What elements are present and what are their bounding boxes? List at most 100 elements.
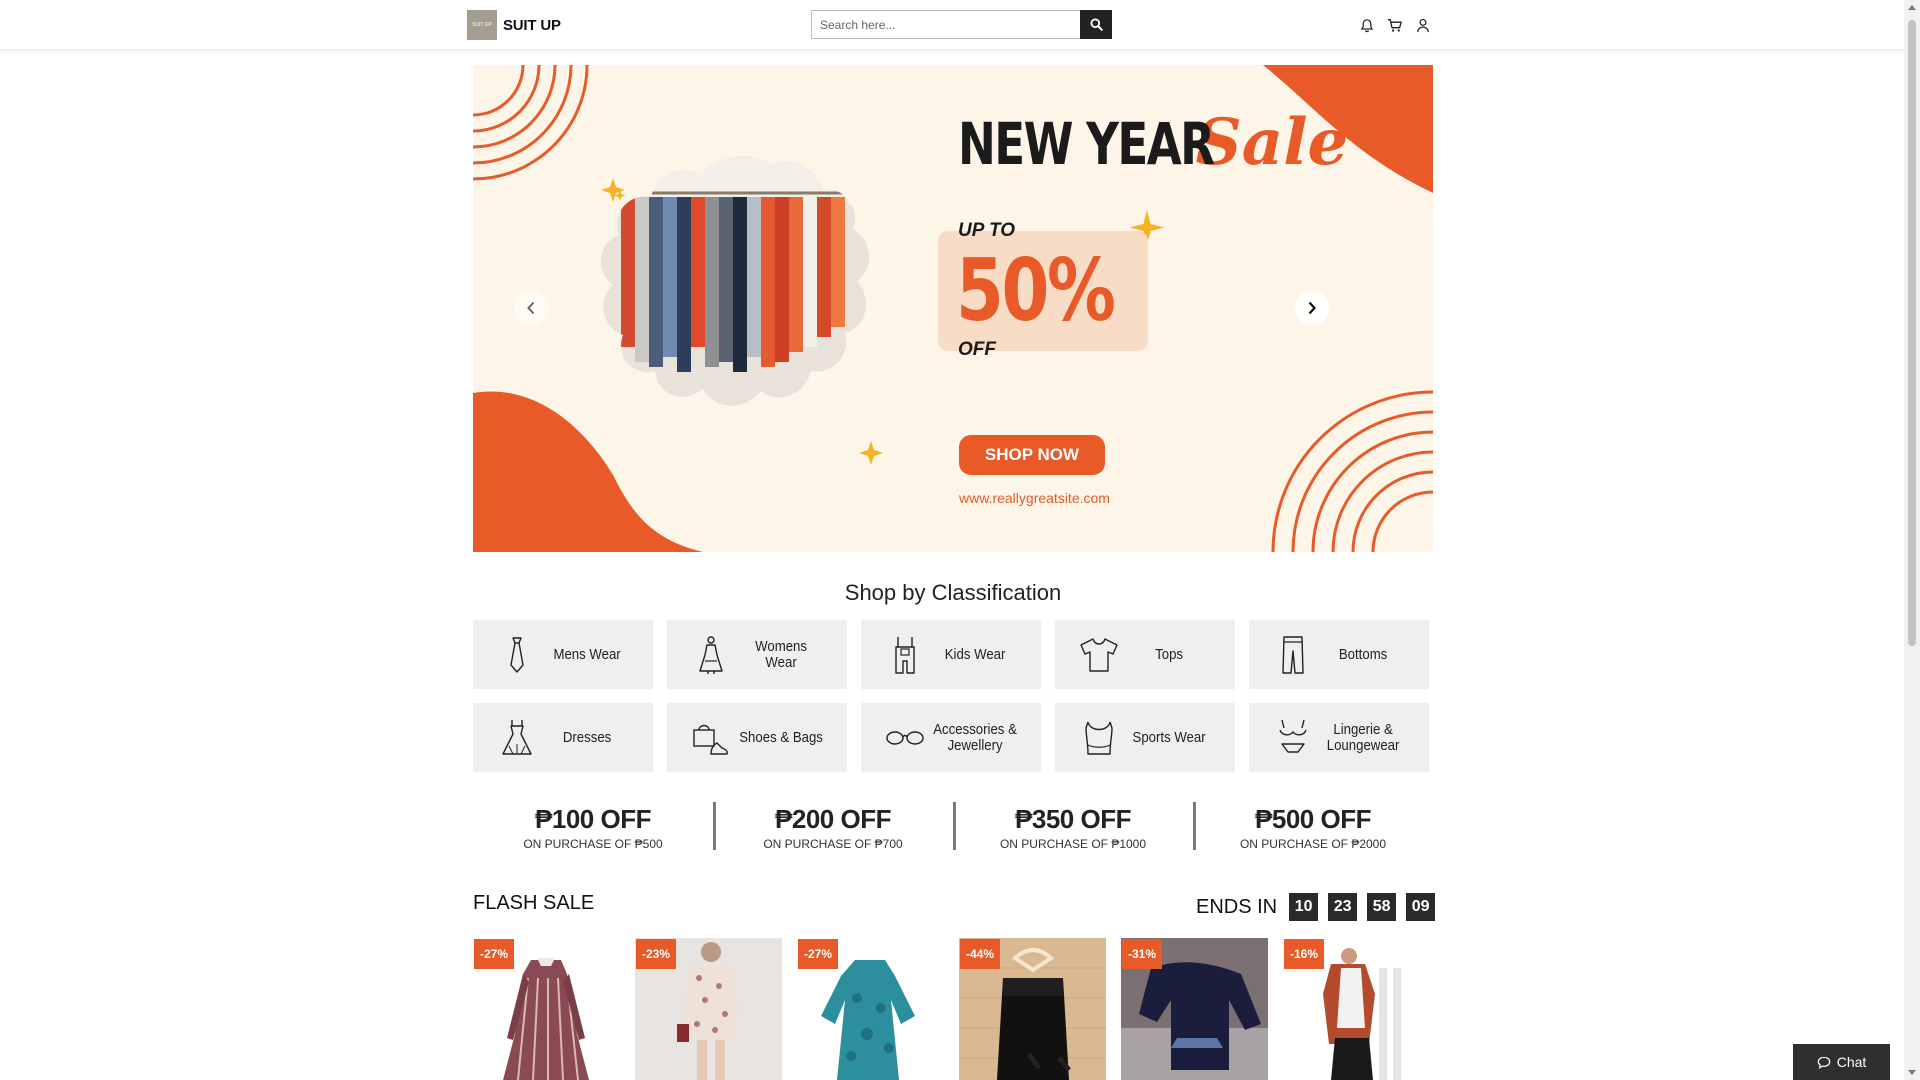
- discount-condition: ON PURCHASE OF ₱2000: [1239, 837, 1387, 851]
- category-label: Kids Wear: [944, 645, 1006, 663]
- discount-badge: -16%: [1284, 939, 1325, 969]
- category-label: Accessories & Jewellery: [933, 720, 1017, 754]
- discount-badge: -31%: [1122, 939, 1163, 969]
- product-card[interactable]: -44%: [959, 938, 1106, 1080]
- countdown-label: ENDS IN: [1196, 895, 1278, 918]
- discount-badge: -27%: [798, 939, 839, 969]
- scroll-up-arrow-icon[interactable]: [1908, 5, 1916, 10]
- category-mens-wear[interactable]: Mens Wear: [473, 620, 653, 689]
- category-label: Sports Wear: [1132, 728, 1206, 746]
- category-bottoms[interactable]: Bottoms: [1249, 620, 1429, 689]
- category-label: Dresses: [562, 728, 612, 746]
- category-label: Shoes & Bags: [739, 728, 823, 746]
- search-bar: [811, 10, 1112, 39]
- countdown-hours: 23: [1328, 893, 1358, 921]
- notifications-button[interactable]: [1358, 16, 1376, 34]
- banner-headline: NEW YEAR Sale: [958, 105, 1348, 180]
- category-label: Bottoms: [1338, 645, 1388, 663]
- discount-badge: -27%: [474, 939, 515, 969]
- discount-offer[interactable]: ₱500 OFF ON PURCHASE OF ₱2000: [1193, 802, 1433, 851]
- product-card[interactable]: -23%: [635, 938, 782, 1080]
- lingerie-icon: [1279, 719, 1307, 753]
- brand-name: SUIT UP: [503, 16, 561, 34]
- flash-sale-countdown: ENDS IN 10 23 58 09: [1196, 893, 1436, 921]
- carousel-prev-button[interactable]: [514, 291, 548, 325]
- product-card[interactable]: -16%: [1283, 938, 1430, 1080]
- discount-badge: -23%: [636, 939, 677, 969]
- hero-banner[interactable]: NEW YEAR Sale UP TO 50% OFF SHOP NOW www…: [473, 65, 1433, 552]
- overalls-icon: [895, 636, 915, 674]
- countdown-seconds: 09: [1406, 893, 1436, 921]
- discount-offer[interactable]: ₱100 OFF ON PURCHASE OF ₱500: [473, 804, 713, 851]
- logo[interactable]: SUIT UP SUIT UP: [467, 10, 561, 40]
- category-lingerie-loungewear[interactable]: Lingerie & Loungewear: [1249, 703, 1429, 772]
- account-button[interactable]: [1414, 16, 1432, 34]
- logo-mark: SUIT UP: [467, 10, 497, 40]
- category-womens-wear[interactable]: Womens Wear: [667, 620, 847, 689]
- banner-off: OFF: [958, 339, 996, 360]
- tie-icon: [510, 636, 524, 673]
- scrollbar-thumb[interactable]: [1908, 20, 1916, 646]
- chat-bubble-icon: [1817, 1056, 1830, 1069]
- dress-icon: [502, 719, 532, 755]
- user-icon: [1417, 18, 1429, 32]
- discount-amount: ₱200 OFF: [775, 804, 891, 834]
- banner-upto: UP TO: [958, 220, 1016, 241]
- discount-amount: ₱350 OFF: [1015, 804, 1131, 834]
- scroll-down-arrow-icon[interactable]: [1908, 1070, 1916, 1075]
- discount-offer[interactable]: ₱350 OFF ON PURCHASE OF ₱1000: [953, 802, 1193, 851]
- tshirt-icon: [1080, 637, 1118, 672]
- carousel-next-button[interactable]: [1295, 291, 1329, 325]
- banner-percent: 50%: [956, 241, 1116, 341]
- chevron-right-icon: [1308, 301, 1316, 315]
- product-card[interactable]: -27%: [797, 938, 944, 1080]
- discount-condition: ON PURCHASE OF ₱1000: [999, 837, 1147, 851]
- cart-icon: [1387, 18, 1402, 32]
- product-card[interactable]: -27%: [473, 938, 620, 1080]
- classification-title: Shop by Classification: [844, 580, 1062, 605]
- search-button[interactable]: [1080, 10, 1112, 39]
- discount-offer[interactable]: ₱200 OFF ON PURCHASE OF ₱700: [713, 802, 953, 851]
- category-label: Tops: [1155, 645, 1184, 663]
- category-tops[interactable]: Tops: [1055, 620, 1235, 689]
- glasses-icon: [886, 730, 924, 745]
- discount-amount: ₱100 OFF: [535, 804, 651, 834]
- bell-icon: [1360, 18, 1374, 32]
- discount-badge: -44%: [960, 939, 1001, 969]
- shoes-bag-icon: [693, 724, 728, 755]
- category-kids-wear[interactable]: Kids Wear: [861, 620, 1041, 689]
- flash-sale-products: -27% -23% -27% -44% -31% -16%: [473, 938, 1430, 1080]
- countdown-minutes: 58: [1367, 893, 1397, 921]
- banner-url: www.reallygreatsite.com: [959, 490, 1110, 506]
- category-label: Womens Wear: [755, 637, 807, 671]
- search-input[interactable]: [811, 10, 1080, 39]
- category-shoes-bags[interactable]: Shoes & Bags: [667, 703, 847, 772]
- logo-mark-text: SUIT UP: [472, 22, 492, 28]
- cart-button[interactable]: [1386, 16, 1404, 34]
- category-label: Lingerie & Loungewear: [1326, 720, 1400, 754]
- discount-offers: ₱100 OFF ON PURCHASE OF ₱500 ₱200 OFF ON…: [473, 802, 1433, 851]
- chat-button[interactable]: Chat: [1793, 1044, 1890, 1080]
- chat-label: Chat: [1836, 1054, 1867, 1070]
- site-header: SUIT UP SUIT UP: [0, 0, 1904, 50]
- flash-sale-title: FLASH SALE: [473, 892, 595, 914]
- product-card[interactable]: -31%: [1121, 938, 1268, 1080]
- sports-top-icon: [1085, 721, 1113, 755]
- banner-title-main: NEW YEAR: [958, 110, 1215, 178]
- shop-now-button[interactable]: SHOP NOW: [959, 435, 1105, 475]
- category-accessories-jewellery[interactable]: Accessories & Jewellery: [861, 703, 1041, 772]
- discount-condition: ON PURCHASE OF ₱700: [763, 837, 903, 851]
- discount-condition: ON PURCHASE OF ₱500: [523, 837, 663, 851]
- banner-title-script: Sale: [1195, 105, 1349, 180]
- search-icon: [1089, 18, 1103, 31]
- category-dresses[interactable]: Dresses: [473, 703, 653, 772]
- woman-dress-icon: [699, 635, 723, 674]
- chevron-left-icon: [527, 301, 535, 315]
- category-sports-wear[interactable]: Sports Wear: [1055, 703, 1235, 772]
- page-scrollbar[interactable]: [1904, 0, 1920, 1080]
- countdown-days: 10: [1289, 893, 1319, 921]
- classification-grid: Mens Wear Womens Wear Kids Wear Tops Bot…: [473, 620, 1431, 772]
- pants-icon: [1282, 635, 1304, 674]
- header-actions: [1358, 16, 1432, 34]
- discount-amount: ₱500 OFF: [1255, 804, 1371, 834]
